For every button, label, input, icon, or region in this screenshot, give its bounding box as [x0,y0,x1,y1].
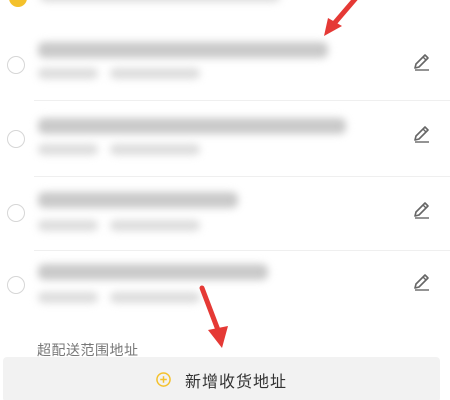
address-item[interactable] [0,176,450,251]
address-sub-blurred [40,0,280,2]
address-page: 超配送范围地址 新增收货地址 [0,0,450,400]
contact-phone-blurred [110,68,200,79]
address-text-blurred [38,192,238,208]
radio-circle-icon[interactable] [7,204,25,222]
contact-name-blurred [38,220,98,231]
radio-circle-icon[interactable] [7,130,25,148]
address-item[interactable] [0,100,450,175]
pencil-icon[interactable] [410,50,434,74]
radio-circle-icon[interactable] [7,56,25,74]
address-text-blurred [38,118,346,134]
radio-selected-icon[interactable] [9,0,27,7]
contact-phone-blurred [110,292,200,303]
address-item-selected[interactable] [0,0,450,18]
pencil-icon[interactable] [410,122,434,146]
contact-name-blurred [38,292,98,303]
contact-name-blurred [38,68,98,79]
radio-circle-icon[interactable] [7,276,25,294]
pencil-icon[interactable] [410,198,434,222]
plus-circle-icon [156,372,171,387]
address-text-blurred [38,264,268,280]
pencil-icon[interactable] [410,270,434,294]
add-address-button[interactable]: 新增收货地址 [3,357,440,400]
annotation-arrow-icon [199,285,228,348]
address-item[interactable] [0,22,450,97]
add-address-label: 新增收货地址 [184,371,287,391]
contact-name-blurred [38,144,98,155]
annotation-arrow-icon [324,0,358,36]
contact-phone-blurred [110,220,200,231]
address-text-blurred [38,42,328,58]
contact-phone-blurred [110,144,200,155]
